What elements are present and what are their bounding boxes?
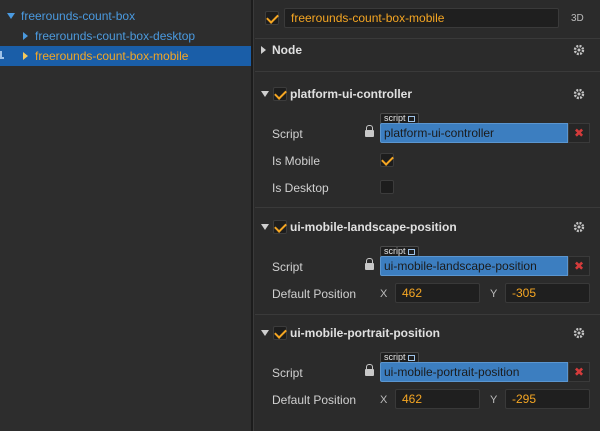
tree-item-freerounds-count-box-desktop[interactable]: freerounds-count-box-desktop (0, 26, 251, 46)
panel-divider[interactable] (251, 0, 254, 431)
lock-icon (365, 125, 374, 137)
hierarchy-panel: freerounds-count-box freerounds-count-bo… (0, 0, 251, 431)
default-position-label: Default Position (272, 287, 357, 301)
component-title: ui-mobile-portrait-position (290, 326, 440, 340)
default-position-label: Default Position (272, 393, 357, 407)
chevron-right-icon[interactable] (23, 32, 28, 40)
gear-icon[interactable] (573, 88, 585, 100)
component-enabled-checkbox[interactable] (273, 220, 287, 234)
chevron-down-icon[interactable] (261, 224, 269, 230)
component-enabled-checkbox[interactable] (273, 326, 287, 340)
inspector-panel: freerounds-count-box-mobile 3D Node plat… (255, 0, 600, 431)
divider (255, 314, 600, 315)
chevron-right-icon[interactable] (23, 52, 28, 60)
position-x-input[interactable]: 462 (395, 283, 480, 303)
section-title: Node (272, 43, 302, 57)
component-header-ui-mobile-portrait-position[interactable]: ui-mobile-portrait-position (255, 321, 600, 345)
script-asset-field[interactable]: ui-mobile-landscape-position (380, 256, 568, 276)
is-mobile-checkbox[interactable] (380, 153, 394, 167)
external-link-icon[interactable] (407, 354, 415, 361)
tree-item-freerounds-count-box-mobile[interactable]: freerounds-count-box-mobile (0, 46, 251, 66)
x-axis-label: X (380, 288, 388, 300)
node-active-checkbox[interactable] (265, 11, 279, 25)
external-link-icon[interactable] (407, 248, 415, 255)
tree-connector-icon (0, 51, 4, 59)
script-tag-label: script (384, 113, 406, 123)
tree-item-label: freerounds-count-box-mobile (35, 49, 189, 63)
script-asset-field[interactable]: platform-ui-controller (380, 123, 568, 143)
position-y-input[interactable]: -295 (505, 389, 590, 409)
component-title: ui-mobile-landscape-position (290, 220, 457, 234)
y-axis-label: Y (490, 288, 498, 300)
tree-item-freerounds-count-box[interactable]: freerounds-count-box (0, 6, 251, 26)
chevron-down-icon[interactable] (7, 13, 15, 19)
lock-icon (365, 364, 374, 376)
divider (255, 207, 600, 208)
is-desktop-checkbox[interactable] (380, 180, 394, 194)
script-label: Script (272, 260, 303, 274)
script-label: Script (272, 366, 303, 380)
node-name-input[interactable]: freerounds-count-box-mobile (284, 8, 559, 28)
script-label: Script (272, 127, 303, 141)
clear-script-button[interactable]: ✖ (568, 123, 590, 143)
is-desktop-label: Is Desktop (272, 181, 329, 195)
component-header-ui-mobile-landscape-position[interactable]: ui-mobile-landscape-position (255, 215, 600, 239)
external-link-icon[interactable] (407, 115, 415, 122)
gear-icon[interactable] (573, 221, 585, 233)
chevron-down-icon[interactable] (261, 330, 269, 336)
node-section-header[interactable]: Node (255, 38, 600, 62)
position-x-input[interactable]: 462 (395, 389, 480, 409)
component-title: platform-ui-controller (290, 87, 412, 101)
position-y-input[interactable]: -305 (505, 283, 590, 303)
3d-badge[interactable]: 3D (571, 13, 584, 24)
lock-icon (365, 258, 374, 270)
clear-script-button[interactable]: ✖ (568, 362, 590, 382)
gear-icon[interactable] (573, 44, 585, 56)
tree-item-label: freerounds-count-box (21, 9, 136, 23)
divider (255, 71, 600, 72)
component-enabled-checkbox[interactable] (273, 87, 287, 101)
component-header-platform-ui-controller[interactable]: platform-ui-controller (255, 82, 600, 106)
clear-script-button[interactable]: ✖ (568, 256, 590, 276)
chevron-right-icon[interactable] (261, 46, 266, 54)
y-axis-label: Y (490, 394, 498, 406)
script-tag-label: script (384, 352, 406, 362)
tree-item-label: freerounds-count-box-desktop (35, 29, 196, 43)
is-mobile-label: Is Mobile (272, 154, 321, 168)
script-tag-label: script (384, 246, 406, 256)
gear-icon[interactable] (573, 327, 585, 339)
chevron-down-icon[interactable] (261, 91, 269, 97)
script-asset-field[interactable]: ui-mobile-portrait-position (380, 362, 568, 382)
x-axis-label: X (380, 394, 388, 406)
